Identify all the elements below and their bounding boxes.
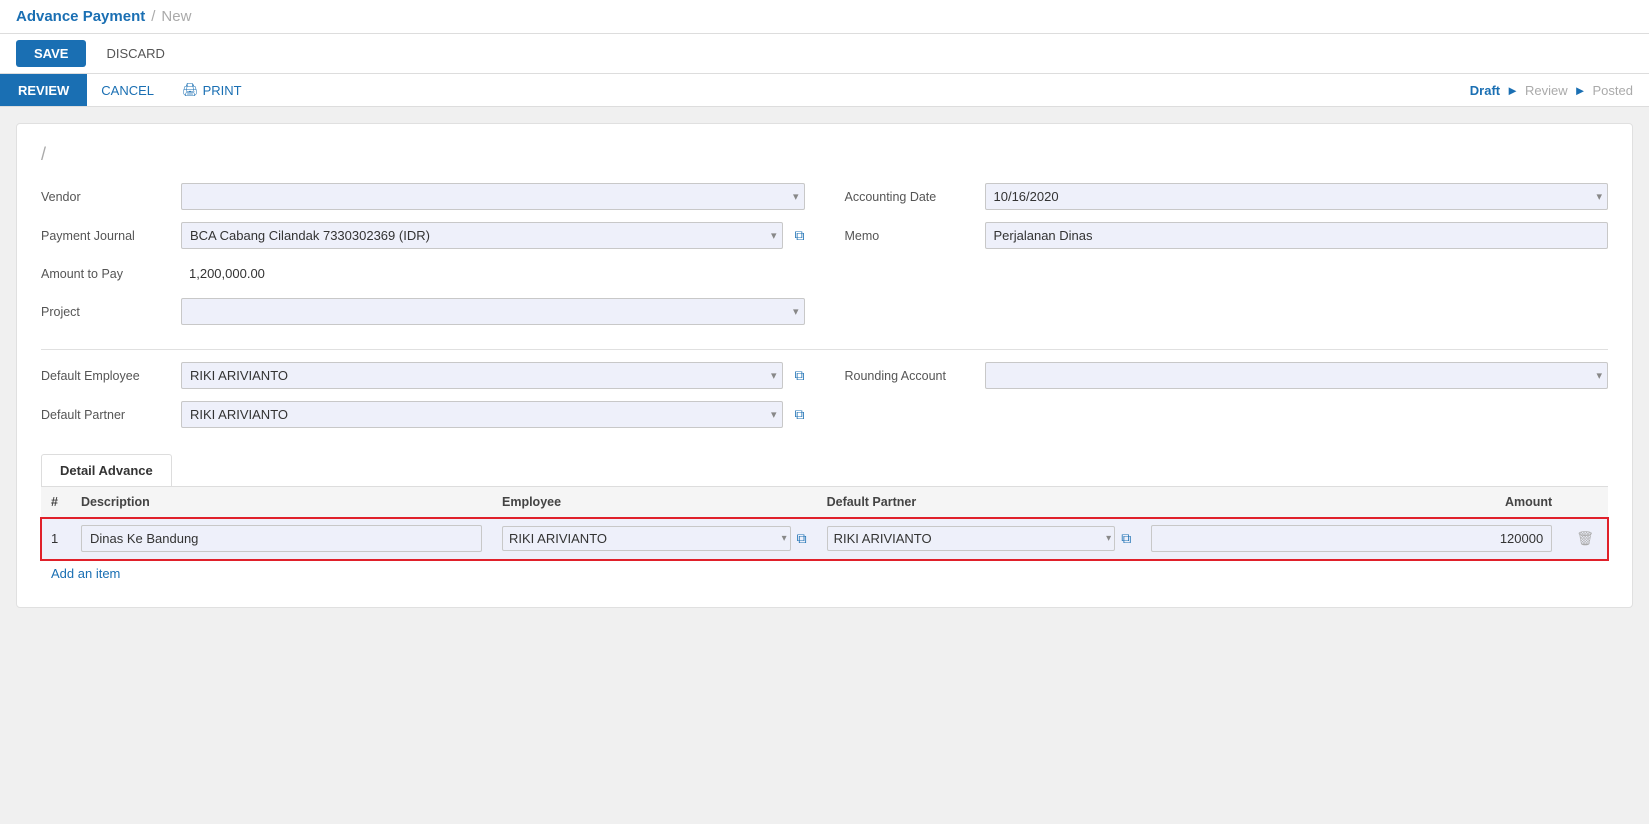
partner-external-link-icon[interactable]: ⧉ [1121,530,1131,547]
employee-select-wrapper[interactable]: RIKI ARIVIANTO ▾ [502,526,791,551]
vendor-label: Vendor [41,190,171,204]
partner-select-wrapper[interactable]: RIKI ARIVIANTO ▾ [827,526,1116,551]
default-employee-label: Default Employee [41,369,171,383]
breadcrumb-separator: / [151,8,155,25]
workflow-bar: REVIEW CANCEL PRINT Draft ► Review ► Pos… [0,74,1649,107]
payment-journal-row: Payment Journal BCA Cabang Cilandak 7330… [41,222,805,249]
save-button[interactable]: SAVE [16,40,86,67]
row-employee[interactable]: RIKI ARIVIANTO ▾ ⧉ [492,518,817,560]
default-employee-row: Default Employee RIKI ARIVIANTO ▾ ⧉ [41,362,805,389]
col-default-partner: Default Partner [817,487,1142,518]
payment-journal-external-link-icon[interactable]: ⧉ [795,227,805,244]
partner-select[interactable]: RIKI ARIVIANTO [827,526,1116,551]
rounding-account-label: Rounding Account [845,369,975,383]
payment-journal-field[interactable]: BCA Cabang Cilandak 7330302369 (IDR) ▾ [181,222,783,249]
wf-arrow-1: ► [1506,83,1519,98]
delete-row-icon[interactable]: 🗑 [1572,528,1598,548]
amount-to-pay-row: Amount to Pay 1,200,000.00 [41,261,805,286]
col-employee: Employee [492,487,817,518]
amount-input[interactable] [1151,525,1552,552]
col-description: Description [71,487,492,518]
action-bar: SAVE DISCARD [0,34,1649,74]
row-default-partner[interactable]: RIKI ARIVIANTO ▾ ⧉ [817,518,1142,560]
rounding-account-row: Rounding Account ▾ [845,362,1609,389]
vendor-select[interactable] [181,183,805,210]
employee-select[interactable]: RIKI ARIVIANTO [502,526,791,551]
accounting-date-row: Accounting Date 10/16/2020 ▾ [845,183,1609,210]
col-num: # [41,487,71,518]
amount-to-pay-label: Amount to Pay [41,267,171,281]
project-row: Project ▾ [41,298,805,325]
wf-arrow-2: ► [1574,83,1587,98]
breadcrumb-main[interactable]: Advance Payment [16,8,145,25]
wf-step-draft: Draft [1470,83,1500,98]
add-item-link[interactable]: Add an item [41,560,130,587]
row-num: 1 [41,518,71,560]
default-partner-field[interactable]: RIKI ARIVIANTO ▾ [181,401,783,428]
default-partner-row: Default Partner RIKI ARIVIANTO ▾ ⧉ [41,401,805,428]
breadcrumb-bar: Advance Payment / New [0,0,1649,34]
review-button[interactable]: REVIEW [0,74,87,106]
rounding-account-select[interactable] [985,362,1609,389]
payment-journal-select[interactable]: BCA Cabang Cilandak 7330302369 (IDR) [181,222,783,249]
default-employee-external-link-icon[interactable]: ⧉ [795,367,805,384]
employee-external-link-icon[interactable]: ⧉ [797,530,807,547]
memo-input[interactable] [985,222,1609,249]
memo-row: Memo [845,222,1609,249]
payment-journal-label: Payment Journal [41,229,171,243]
print-button[interactable]: PRINT [168,74,256,106]
amount-to-pay-value: 1,200,000.00 [181,261,273,286]
record-title: / [41,144,1608,165]
breadcrumb: Advance Payment / New [16,8,191,25]
detail-table: # Description Employee Default Partner A… [41,487,1608,560]
default-partner-select[interactable]: RIKI ARIVIANTO [181,401,783,428]
row-amount[interactable] [1141,518,1562,560]
rounding-account-field[interactable]: ▾ [985,362,1609,389]
tab-detail-advance-label: Detail Advance [60,463,153,478]
default-partner-label: Default Partner [41,408,171,422]
table-row: 1 RIKI ARIVIANTO ▾ ⧉ [41,518,1608,560]
col-amount: Amount [1141,487,1562,518]
printer-icon [182,82,199,98]
default-employee-field[interactable]: RIKI ARIVIANTO ▾ [181,362,783,389]
form-card: / Vendor ▾ Payment Journal BCA Caban [16,123,1633,608]
wf-step-posted: Posted [1593,83,1633,98]
project-label: Project [41,305,171,319]
form-separator-1 [41,349,1608,350]
wf-step-review: Review [1525,83,1568,98]
tabs-bar: Detail Advance [41,454,1608,487]
partner-cell: RIKI ARIVIANTO ▾ ⧉ [827,526,1132,551]
tab-detail-advance[interactable]: Detail Advance [41,454,172,486]
accounting-date-field[interactable]: 10/16/2020 ▾ [985,183,1609,210]
default-partner-external-link-icon[interactable]: ⧉ [795,406,805,423]
cancel-label: CANCEL [101,83,154,98]
breadcrumb-sub: New [161,8,191,25]
row-description[interactable] [71,518,492,560]
row-delete[interactable]: 🗑 [1562,518,1608,560]
description-input[interactable] [81,525,482,552]
discard-button[interactable]: DISCARD [94,40,177,67]
memo-label: Memo [845,229,975,243]
workflow-actions: REVIEW CANCEL PRINT [0,74,256,106]
default-employee-select[interactable]: RIKI ARIVIANTO [181,362,783,389]
accounting-date-label: Accounting Date [845,190,975,204]
accounting-date-select[interactable]: 10/16/2020 [985,183,1609,210]
vendor-field[interactable]: ▾ [181,183,805,210]
employee-cell: RIKI ARIVIANTO ▾ ⧉ [502,526,807,551]
print-label: PRINT [203,83,242,98]
table-header-row: # Description Employee Default Partner A… [41,487,1608,518]
col-actions [1562,487,1608,518]
cancel-button[interactable]: CANCEL [87,74,168,106]
vendor-row: Vendor ▾ [41,183,805,210]
project-field[interactable]: ▾ [181,298,805,325]
project-select[interactable] [181,298,805,325]
workflow-steps: Draft ► Review ► Posted [1454,74,1649,106]
